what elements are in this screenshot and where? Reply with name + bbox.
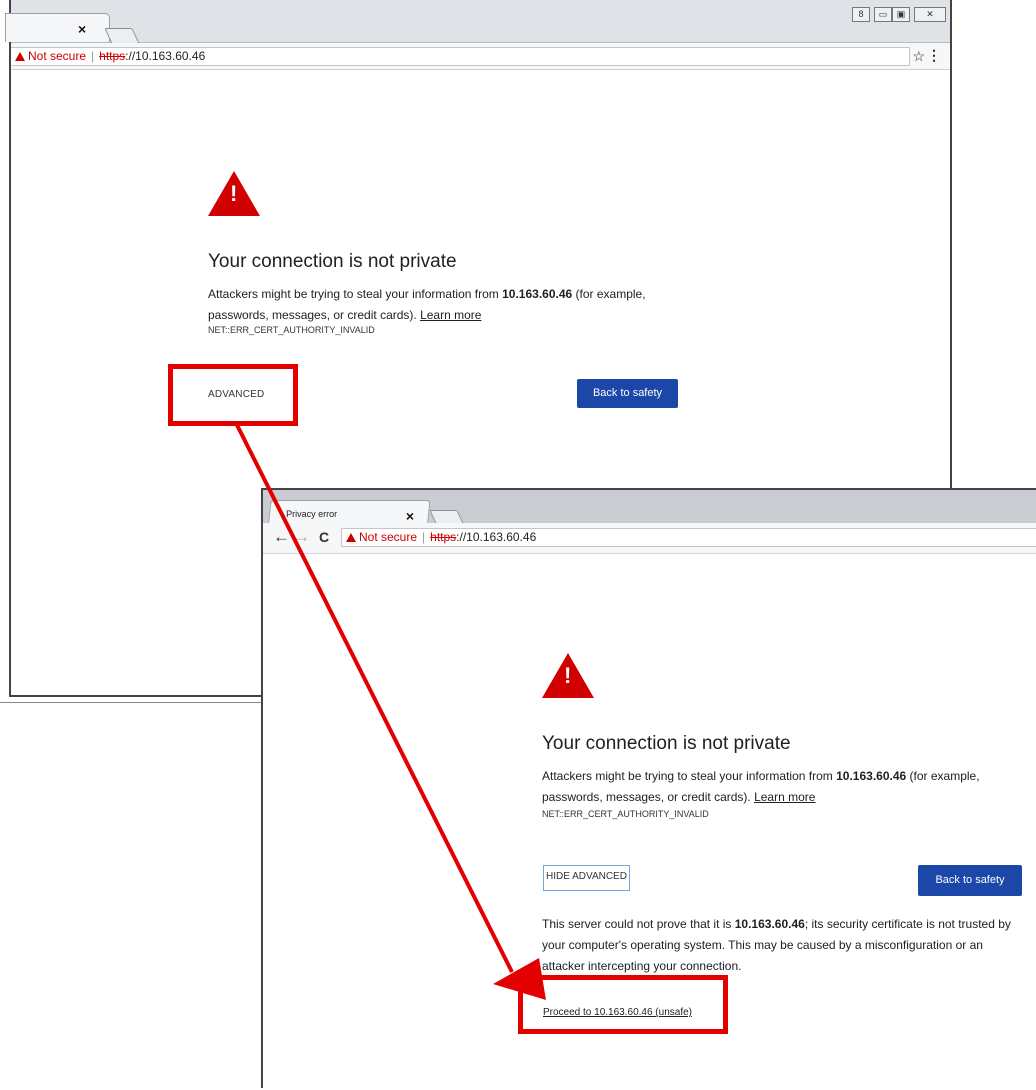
arrow-shaft (234, 422, 514, 973)
arrow-head (493, 958, 546, 1000)
annotation-arrow (234, 422, 546, 1000)
